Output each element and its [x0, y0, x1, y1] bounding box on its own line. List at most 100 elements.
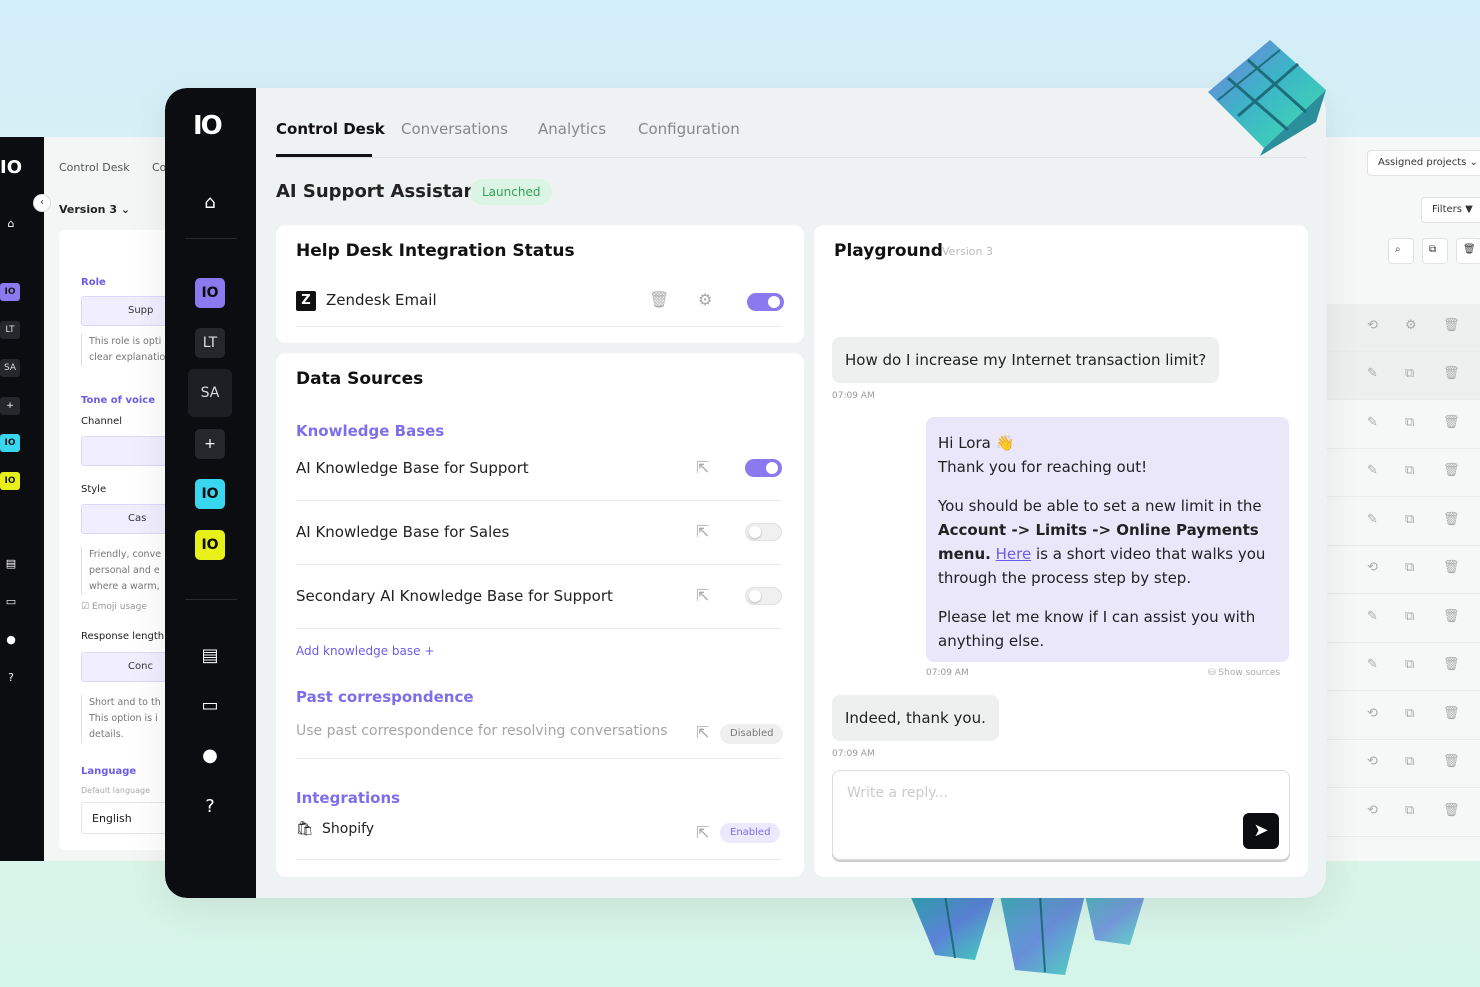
left-tab-control-desk[interactable]: Control Desk — [59, 161, 130, 174]
trash-icon[interactable]: 🗑 — [1443, 657, 1460, 672]
table-row[interactable]: ✎ ⧉ 🗑 — [1327, 449, 1480, 497]
project-chip-purple[interactable]: IO — [195, 278, 225, 308]
copy-icon[interactable]: ⧉ — [1405, 609, 1414, 624]
trash-icon[interactable]: 🗑 — [1443, 706, 1460, 721]
copy-icon[interactable]: ⧉ — [1405, 560, 1414, 575]
reply-input[interactable] — [847, 785, 1227, 801]
home-icon[interactable]: ⌂ — [198, 191, 222, 215]
trash-icon[interactable]: 🗑 — [1443, 463, 1460, 478]
video-link[interactable]: Here — [996, 545, 1032, 563]
project-chip-sa[interactable]: SA — [0, 359, 20, 377]
send-button[interactable]: ➤ — [1243, 813, 1279, 849]
role-select[interactable]: Supp — [81, 296, 170, 326]
sync-icon[interactable]: ⟲ — [1367, 318, 1378, 333]
help-icon[interactable]: ? — [2, 669, 20, 687]
tab-control-desk[interactable]: Control Desk — [276, 120, 385, 138]
trash-icon[interactable]: 🗑 — [1456, 238, 1480, 264]
project-chip-purple[interactable]: IO — [0, 283, 20, 301]
tab-conversations[interactable]: Conversations — [401, 120, 508, 138]
sync-icon[interactable]: ⟲ — [1367, 803, 1378, 818]
trash-icon[interactable]: 🗑 — [649, 290, 669, 309]
help-icon[interactable]: ? — [198, 795, 222, 819]
table-row[interactable]: ✎ ⧉ 🗑 — [1327, 643, 1480, 691]
channel-select[interactable] — [81, 436, 170, 466]
project-chip-lt[interactable]: LT — [0, 321, 20, 339]
project-chip-yellow[interactable]: IO — [195, 530, 225, 560]
project-chip-sa[interactable]: SA — [188, 369, 232, 417]
edit-icon[interactable]: ✎ — [1367, 512, 1378, 527]
user-icon[interactable]: ● — [2, 631, 20, 649]
trash-icon[interactable]: 🗑 — [1443, 803, 1460, 818]
external-link-icon[interactable]: ⇱ — [696, 586, 709, 605]
external-link-icon[interactable]: ⇱ — [696, 723, 709, 742]
show-sources-link[interactable]: ⛁ Show sources — [1208, 668, 1280, 678]
table-row[interactable]: ✎ ⧉ 🗑 — [1327, 595, 1480, 643]
home-icon[interactable]: ⌂ — [2, 215, 20, 233]
add-project-chip[interactable]: + — [0, 397, 20, 415]
card-icon[interactable]: ▭ — [2, 593, 20, 611]
knowledge-base-toggle[interactable] — [745, 523, 782, 541]
tab-analytics[interactable]: Analytics — [538, 120, 606, 138]
table-row[interactable]: ✎ ⧉ 🗑 — [1327, 352, 1480, 400]
table-row[interactable]: ⟲ ⧉ 🗑 — [1327, 692, 1480, 740]
trash-icon[interactable]: 🗑 — [1443, 318, 1460, 333]
version-selector[interactable]: Version 3 ⌄ — [59, 203, 130, 216]
table-row[interactable]: ✎ ⧉ 🗑 — [1327, 401, 1480, 449]
copy-icon[interactable]: ⧉ — [1405, 512, 1414, 527]
table-row[interactable]: ⟲ ⧉ 🗑 — [1327, 546, 1480, 594]
filters-button[interactable]: Filters ▼ — [1421, 197, 1480, 223]
project-chip-yellow[interactable]: IO — [0, 472, 20, 490]
sync-icon[interactable]: ⟲ — [1367, 706, 1378, 721]
copy-icon[interactable]: ⧉ — [1405, 415, 1414, 430]
search-icon[interactable]: ⌕ — [1388, 238, 1414, 264]
project-chip-cyan[interactable]: IO — [195, 479, 225, 509]
document-icon[interactable]: ▤ — [198, 644, 222, 668]
edit-icon[interactable]: ✎ — [1367, 657, 1378, 672]
copy-icon[interactable]: ⧉ — [1405, 463, 1414, 478]
project-chip-cyan[interactable]: IO — [0, 434, 20, 452]
project-chip-lt[interactable]: LT — [195, 328, 225, 358]
sync-icon[interactable]: ⟲ — [1367, 560, 1378, 575]
table-row[interactable]: ⟲ ⧉ 🗑 — [1327, 740, 1480, 788]
gear-icon[interactable]: ⚙ — [1405, 318, 1417, 333]
external-link-icon[interactable]: ⇱ — [696, 458, 709, 477]
add-project-button[interactable]: + — [195, 429, 225, 459]
copy-icon[interactable]: ⧉ — [1405, 366, 1414, 381]
tab-configuration[interactable]: Configuration — [638, 120, 740, 138]
copy-icon[interactable]: ⧉ — [1405, 754, 1414, 769]
table-row[interactable]: ⟲ ⧉ 🗑 — [1327, 789, 1480, 837]
style-select[interactable]: Cas — [81, 504, 170, 534]
trash-icon[interactable]: 🗑 — [1443, 415, 1460, 430]
collapse-chevron-icon[interactable]: ‹ — [33, 194, 51, 212]
edit-icon[interactable]: ✎ — [1367, 463, 1378, 478]
language-select[interactable]: English — [81, 802, 170, 834]
document-icon[interactable]: ▤ — [2, 555, 20, 573]
trash-icon[interactable]: 🗑 — [1443, 754, 1460, 769]
gear-icon[interactable]: ⚙ — [698, 290, 712, 309]
external-link-icon[interactable]: ⇱ — [696, 823, 709, 842]
table-row[interactable]: ⟲ ⚙ 🗑 — [1327, 304, 1480, 352]
zendesk-toggle[interactable] — [747, 293, 784, 311]
copy-icon[interactable]: ⧉ — [1405, 706, 1414, 721]
external-link-icon[interactable]: ⇱ — [696, 522, 709, 541]
knowledge-base-toggle[interactable] — [745, 459, 782, 477]
sync-icon[interactable]: ⟲ — [1367, 754, 1378, 769]
knowledge-base-toggle[interactable] — [745, 587, 782, 605]
add-knowledge-base-link[interactable]: Add knowledge base + — [296, 644, 434, 658]
table-row[interactable]: ✎ ⧉ 🗑 — [1327, 498, 1480, 546]
emoji-usage-checkbox[interactable]: ☑ Emoji usage — [81, 602, 147, 612]
copy-icon[interactable]: ⧉ — [1422, 238, 1448, 264]
copy-icon[interactable]: ⧉ — [1405, 657, 1414, 672]
trash-icon[interactable]: 🗑 — [1443, 609, 1460, 624]
user-icon[interactable]: ● — [198, 744, 222, 768]
card-icon[interactable]: ▭ — [198, 694, 222, 718]
trash-icon[interactable]: 🗑 — [1443, 366, 1460, 381]
copy-icon[interactable]: ⧉ — [1405, 803, 1414, 818]
trash-icon[interactable]: 🗑 — [1443, 512, 1460, 527]
edit-icon[interactable]: ✎ — [1367, 415, 1378, 430]
trash-icon[interactable]: 🗑 — [1443, 560, 1460, 575]
edit-icon[interactable]: ✎ — [1367, 366, 1378, 381]
assigned-projects-dropdown[interactable]: Assigned projects ⌄ — [1367, 150, 1480, 176]
response-length-select[interactable]: Conc — [81, 652, 170, 682]
edit-icon[interactable]: ✎ — [1367, 609, 1378, 624]
